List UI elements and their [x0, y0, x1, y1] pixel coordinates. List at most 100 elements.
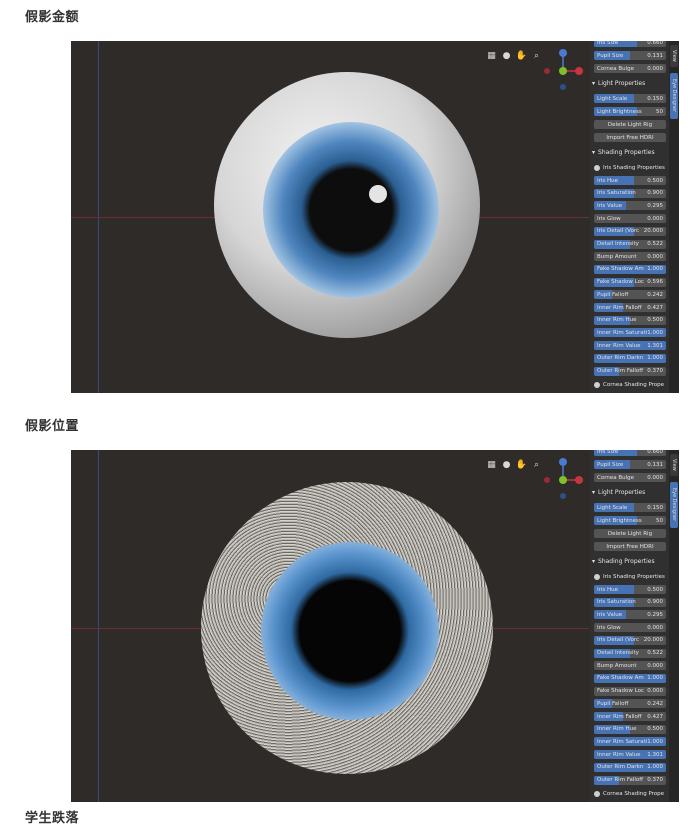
slider-label: Iris Saturation [597, 599, 636, 606]
heading-3: 学生跌落 [25, 811, 80, 826]
slider-value: 0.131 [647, 52, 663, 59]
navigation-gizmo[interactable] [541, 454, 587, 500]
slider-value: 1.000 [647, 738, 663, 745]
camera-icon[interactable]: ● [501, 459, 512, 470]
slider-row[interactable]: Iris Saturation 0.900 [594, 188, 666, 198]
hand-icon[interactable]: ✋ [516, 459, 527, 470]
slider-row[interactable]: Bump Amount 0.000 [594, 252, 666, 262]
slider-row[interactable]: Inner Rim Hue 0.500 [594, 724, 666, 734]
slider-label: Cornea Bulge [597, 474, 635, 481]
slider-row[interactable]: Iris Detail (Vorc 20.000 [594, 226, 666, 236]
slider-row[interactable]: Light Brightness 50 [594, 107, 666, 116]
navigation-gizmo[interactable] [541, 45, 587, 91]
slider-row[interactable]: Inner Rim Hue 0.500 [594, 315, 666, 325]
slider-value: 0.150 [647, 95, 663, 102]
panel-section-header[interactable]: ▾ Shading Properties [592, 556, 666, 566]
slider-row[interactable]: Cornea Bulge 0.000 [594, 64, 666, 73]
grid-icon[interactable]: ▦ [486, 50, 497, 61]
slider-label: Fake Shadow Loc [597, 279, 644, 286]
iris [263, 122, 439, 298]
slider-label: Iris Size [597, 450, 619, 455]
panel-button[interactable]: Import Free HDRI [594, 133, 666, 142]
slider-row[interactable]: Iris Saturation 0.900 [594, 597, 666, 607]
slider-row[interactable]: Outer Rim Falloff 0.370 [594, 366, 666, 376]
tab-view[interactable]: View [670, 45, 678, 67]
panel-section-title: Light Properties [598, 488, 646, 496]
slider-value: 0.500 [647, 726, 663, 733]
tab-eye-designer[interactable]: Eye Designer [670, 482, 678, 528]
slider-row[interactable]: Iris Size 0.660 [594, 450, 666, 456]
slider-row[interactable]: Iris Value 0.295 [594, 201, 666, 211]
slider-value: 0.295 [647, 202, 663, 209]
chevron-down-icon: ▾ [592, 148, 596, 156]
slider-value: 0.900 [647, 599, 663, 606]
slider-row[interactable]: Inner Rim Saturati 1.000 [594, 328, 666, 338]
slider-row[interactable]: Inner Rim Falloff 0.427 [594, 712, 666, 721]
camera-icon[interactable]: ● [501, 50, 512, 61]
panel-button-label: Import Free HDRI [606, 134, 654, 141]
panel-button[interactable]: Delete Light Rig [594, 120, 666, 129]
tab-eye-designer[interactable]: Eye Designer [670, 73, 678, 119]
panel-subsection[interactable]: Cornea Shading Prope [594, 789, 666, 798]
grid-icon[interactable]: ▦ [486, 459, 497, 470]
panel-section-title: Shading Properties [598, 557, 655, 565]
panel-section-header[interactable]: ▾ Shading Properties [592, 147, 666, 157]
slider-label: Light Scale [597, 504, 628, 511]
slider-row[interactable]: Inner Rim Falloff 0.427 [594, 303, 666, 312]
slider-label: Iris Detail (Vorc [597, 637, 639, 644]
slider-row[interactable]: Iris Value 0.295 [594, 610, 666, 620]
panel-subsection[interactable]: Cornea Shading Prope [594, 380, 666, 389]
panel-section-header[interactable]: ▾ Light Properties [592, 78, 666, 88]
panel-subsection[interactable]: Iris Shading Properties [594, 163, 666, 172]
slider-row[interactable]: Fake Shadow Am 1.000 [594, 673, 666, 683]
slider-row[interactable]: Iris Glow 0.000 [594, 623, 666, 633]
slider-row[interactable]: Outer Rim Darkn 1.000 [594, 762, 666, 772]
slider-label: Detail Intensity [597, 241, 639, 247]
slider-row[interactable]: Light Brightness 50 [594, 516, 666, 525]
slider-row[interactable]: Fake Shadow Am 1.000 [594, 264, 666, 274]
slider-row[interactable]: Iris Hue 0.500 [594, 176, 666, 185]
slider-row[interactable]: Iris Size 0.660 [594, 41, 666, 47]
tab-view[interactable]: View [670, 454, 678, 476]
panel-button-label: Delete Light Rig [607, 121, 653, 128]
slider-row[interactable]: Outer Rim Darkn 1.000 [594, 353, 666, 363]
slider-value: 0.150 [647, 504, 663, 511]
slider-value: 20.000 [643, 228, 663, 235]
slider-label: Fake Shadow Am [597, 266, 644, 273]
slider-label: Detail Intensity [597, 650, 639, 656]
slider-label: Bump Amount [597, 253, 637, 260]
slider-row[interactable]: Fake Shadow Loc 0.000 [594, 686, 666, 696]
slider-value: 20.000 [643, 637, 663, 644]
slider-row[interactable]: Outer Rim Falloff 0.370 [594, 775, 666, 785]
panel-subsection-title: Iris Shading Properties [603, 164, 665, 171]
slider-label: Inner Rim Hue [597, 726, 637, 733]
slider-row[interactable]: Light Scale 0.150 [594, 503, 666, 512]
slider-row[interactable]: Pupil Size 0.131 [594, 460, 666, 469]
slider-row[interactable]: Fake Shadow Loc 0.596 [594, 277, 666, 287]
panel-section-header[interactable]: ▾ Light Properties [592, 487, 666, 497]
slider-row[interactable]: Detail Intensity 0.522 [594, 648, 666, 658]
slider-label: Bump Amount [597, 662, 637, 669]
slider-row[interactable]: Inner Rim Value 1.301 [594, 750, 666, 760]
slider-row[interactable]: Pupil Size 0.131 [594, 51, 666, 60]
slider-row[interactable]: Pupil Falloff 0.242 [594, 699, 666, 709]
slider-value: 0.000 [647, 253, 663, 260]
slider-value: 50 [656, 108, 663, 115]
panel-button[interactable]: Import Free HDRI [594, 542, 666, 551]
panel-subsection[interactable]: Iris Shading Properties [594, 572, 666, 581]
slider-row[interactable]: Iris Detail (Vorc 20.000 [594, 635, 666, 645]
slider-value: 0.000 [647, 662, 663, 669]
panel-subsection-title: Cornea Shading Prope [603, 381, 665, 388]
slider-row[interactable]: Pupil Falloff 0.242 [594, 290, 666, 300]
slider-row[interactable]: Inner Rim Saturati 1.000 [594, 737, 666, 747]
slider-row[interactable]: Iris Hue 0.500 [594, 585, 666, 594]
panel-button[interactable]: Delete Light Rig [594, 529, 666, 538]
hand-icon[interactable]: ✋ [516, 50, 527, 61]
heading-2: 假影位置 [25, 419, 80, 434]
slider-row[interactable]: Bump Amount 0.000 [594, 661, 666, 671]
slider-row[interactable]: Inner Rim Value 1.301 [594, 341, 666, 351]
slider-row[interactable]: Iris Glow 0.000 [594, 214, 666, 224]
slider-row[interactable]: Detail Intensity 0.522 [594, 239, 666, 249]
slider-row[interactable]: Cornea Bulge 0.000 [594, 473, 666, 482]
slider-row[interactable]: Light Scale 0.150 [594, 94, 666, 103]
